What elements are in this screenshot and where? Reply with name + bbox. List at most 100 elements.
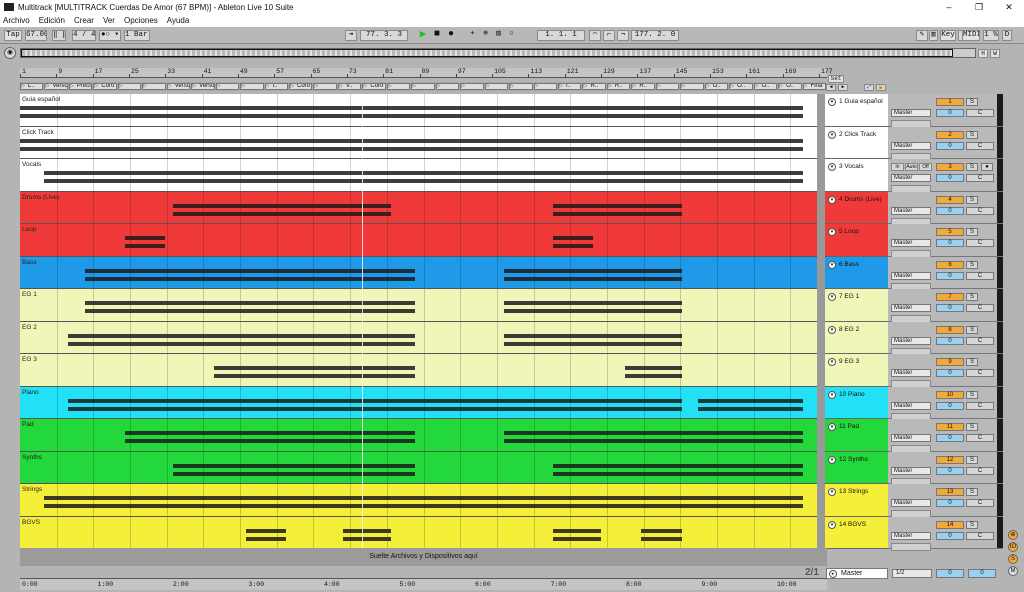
audio-waveform[interactable] (124, 236, 166, 240)
tempo-field[interactable]: 67.00 (25, 30, 47, 41)
locator-marker[interactable]: V.. (337, 83, 362, 90)
audio-to-selector[interactable]: Master (891, 401, 931, 410)
play-icon[interactable]: ▶ (417, 30, 429, 41)
fold-track-icon[interactable]: ▾ (828, 130, 836, 139)
audio-to-selector[interactable]: Master (891, 369, 931, 377)
fold-track-icon[interactable]: ▾ (828, 390, 836, 399)
fold-track-icon[interactable]: ▾ (828, 358, 836, 366)
pan-field[interactable]: C (966, 401, 994, 410)
solo-button[interactable]: S (966, 488, 978, 496)
locator-marker[interactable]: O.. (778, 83, 802, 90)
fold-track-icon[interactable]: ▾ (828, 293, 836, 301)
audio-to-selector[interactable]: Master (891, 141, 931, 150)
audio-waveform[interactable] (625, 366, 682, 370)
solo-button[interactable]: S (966, 390, 978, 399)
track-header[interactable]: ▾ 6 Bass (826, 256, 888, 289)
locator-marker[interactable] (313, 83, 337, 90)
audio-to-selector[interactable]: Master (891, 499, 931, 507)
audio-waveform[interactable] (552, 203, 682, 208)
locator-marker[interactable]: R.. (631, 83, 655, 90)
volume-field[interactable]: 0 (936, 401, 964, 410)
audio-to-selector[interactable]: Master (891, 271, 931, 280)
audio-waveform[interactable] (173, 463, 416, 468)
track-lane[interactable]: Click Track (20, 126, 827, 159)
volume-field[interactable]: 0 (936, 499, 964, 507)
audio-to-selector[interactable]: Master (891, 434, 931, 442)
time-signature-field[interactable]: 4 / 4 (72, 30, 96, 41)
collapse-overview-icon[interactable]: ◉ (4, 47, 16, 59)
track-activator[interactable]: 12 (936, 455, 964, 464)
pan-field[interactable]: C (966, 239, 994, 247)
audio-waveform[interactable] (504, 268, 682, 273)
audio-to-selector[interactable]: Master (891, 304, 931, 312)
solo-button[interactable]: S (966, 455, 978, 464)
audio-waveform[interactable] (124, 244, 166, 248)
locator-marker[interactable] (117, 83, 142, 90)
solo-button[interactable]: S (966, 163, 978, 171)
master-header[interactable]: ▸ Master (826, 568, 888, 579)
fold-track-icon[interactable]: ▾ (828, 488, 836, 496)
stop-icon[interactable]: ■ (432, 30, 442, 41)
track-lane[interactable]: Vocals (20, 159, 827, 192)
prev-locator-icon[interactable]: ◀ (826, 84, 836, 91)
track-header[interactable]: ▾ 10 Piano (826, 386, 888, 419)
audio-waveform[interactable] (173, 211, 392, 216)
audio-waveform[interactable] (173, 471, 416, 476)
audio-waveform[interactable] (504, 276, 682, 281)
audio-to-selector[interactable]: Master (891, 239, 931, 247)
locator-marker[interactable] (484, 83, 509, 90)
solo-button[interactable]: S (966, 260, 978, 269)
track-lane[interactable]: EG 2 (20, 321, 827, 354)
audio-waveform[interactable] (20, 146, 803, 151)
fold-track-icon[interactable]: ▾ (828, 195, 836, 204)
fold-track-icon[interactable]: ▾ (828, 228, 836, 236)
audio-waveform[interactable] (552, 463, 803, 468)
volume-field[interactable]: 0 (936, 336, 964, 345)
midi-map-button[interactable]: MIDI (962, 30, 980, 41)
volume-field[interactable]: 0 (936, 141, 964, 150)
minimize-button[interactable]: – (934, 0, 964, 14)
audio-waveform[interactable] (68, 333, 416, 338)
solo-button[interactable]: S (966, 520, 978, 529)
track-lane[interactable]: EG 1 (20, 289, 827, 322)
track-activator[interactable]: 11 (936, 423, 964, 431)
audio-waveform[interactable] (342, 536, 392, 541)
solo-button[interactable]: S (966, 228, 978, 236)
volume-field[interactable]: 0 (936, 239, 964, 247)
audio-waveform[interactable] (504, 309, 682, 313)
overview-strip[interactable] (20, 48, 976, 58)
audio-to-selector[interactable]: Master (891, 466, 931, 475)
audio-waveform[interactable] (68, 406, 682, 411)
audio-waveform[interactable] (213, 374, 416, 378)
solo-button[interactable]: S (966, 130, 978, 139)
locator-marker[interactable]: R.. (582, 83, 606, 90)
pan-field[interactable]: C (966, 174, 994, 182)
track-header[interactable]: ▾ 3 Vocals (826, 159, 888, 192)
maximize-button[interactable]: ❐ (964, 0, 994, 14)
audio-waveform[interactable] (124, 431, 416, 435)
time-ruler[interactable]: 0:00 1:00 2:00 3:00 4:00 5:00 6:00 7:00 8:00 9:00… (20, 578, 827, 590)
track-activator[interactable]: 4 (936, 195, 964, 204)
solo-button[interactable]: S (966, 358, 978, 366)
locator-marker[interactable] (533, 83, 557, 90)
menu-opciones[interactable]: Opciones (124, 16, 158, 25)
track-header[interactable]: ▾ 7 EG 1 (826, 289, 888, 322)
audio-waveform[interactable] (552, 236, 593, 240)
audio-waveform[interactable] (68, 398, 682, 403)
drop-area[interactable]: Suelte Archivos y Dispositivos aquí (20, 548, 827, 566)
audio-waveform[interactable] (20, 106, 803, 110)
output-channel-selector[interactable] (891, 542, 931, 551)
volume-field[interactable]: 0 (936, 271, 964, 280)
locator-marker[interactable]: Fina (802, 83, 826, 90)
solo-button[interactable]: S (966, 195, 978, 204)
menu-crear[interactable]: Crear (74, 16, 94, 25)
track-header[interactable]: ▾ 13 Strings (826, 484, 888, 517)
audio-waveform[interactable] (245, 536, 287, 541)
locator-marker[interactable] (215, 83, 240, 90)
menu-ayuda[interactable]: Ayuda (167, 16, 190, 25)
fold-track-icon[interactable]: ▾ (828, 98, 836, 106)
audio-waveform[interactable] (245, 528, 287, 533)
locator-marker[interactable]: Verso 2 (166, 83, 191, 90)
track-header[interactable]: ▾ 5 Loop (826, 224, 888, 257)
monitor-option[interactable]: In (891, 163, 904, 171)
